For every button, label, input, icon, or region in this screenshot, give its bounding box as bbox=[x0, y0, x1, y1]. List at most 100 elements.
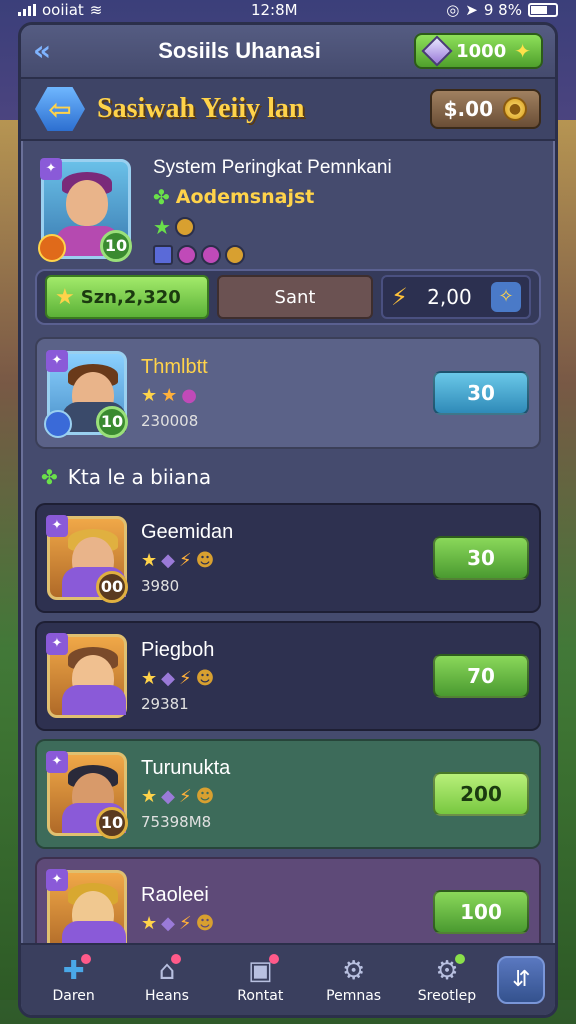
settings-icon: ⚙ bbox=[435, 954, 465, 986]
top-title: Sosiils Uhanasi bbox=[158, 38, 321, 63]
coin-icon: ● bbox=[503, 97, 527, 121]
orb-icon bbox=[201, 245, 221, 265]
section-title: Kta le a biiana bbox=[67, 465, 212, 489]
nav-label: Sreotlep bbox=[417, 988, 477, 1004]
player-name: Geemidan bbox=[141, 521, 234, 543]
gem-icon: ◆ bbox=[161, 668, 175, 689]
star-icon: ★ bbox=[55, 284, 75, 310]
player-icons: ★ ◆ ⚡ ☻ bbox=[141, 668, 419, 689]
back-chevron-icon[interactable]: « bbox=[33, 35, 65, 67]
medal-icon bbox=[174, 217, 195, 237]
stats-strip: ★ Szn,2,320 Sant ⚡ 2,00 ✧ bbox=[35, 269, 541, 325]
player-avatar[interactable]: ✦ 10 bbox=[38, 158, 132, 262]
avatar-face bbox=[66, 180, 108, 226]
orb-icon bbox=[177, 245, 197, 265]
class-badge-icon bbox=[38, 234, 66, 262]
gem-icon: ◆ bbox=[161, 786, 175, 807]
start-label: Sant bbox=[274, 286, 316, 308]
header-bar: ⇦ Sasiwah Yeiiy lan $.00 ● bbox=[21, 79, 555, 141]
class-badge-icon bbox=[44, 410, 72, 438]
featured-avatar: ✦ 10 bbox=[44, 350, 128, 438]
camera-icon: ▣ bbox=[248, 954, 279, 986]
plus-star-icon: ✦ bbox=[514, 39, 531, 63]
player-name: Turunukta bbox=[141, 757, 231, 779]
nav-label: Rontat bbox=[237, 988, 284, 1004]
nav-label: Heans bbox=[145, 988, 189, 1004]
rank-icon-row: ★ bbox=[153, 215, 392, 239]
face-icon: ☻ bbox=[195, 550, 215, 571]
player-score: 29381 bbox=[141, 695, 189, 713]
player-avatar: ✦ bbox=[46, 633, 127, 718]
rank-tag-icon: ✦ bbox=[46, 633, 68, 655]
achievement-icon-row bbox=[153, 245, 392, 265]
player-score: 3980 bbox=[141, 577, 180, 595]
coin-balance-button[interactable]: $.00 ● bbox=[429, 89, 541, 129]
rank-tag-icon: ✦ bbox=[40, 158, 62, 180]
section-header: ✤ Kta le a biiana bbox=[41, 465, 535, 489]
player-avatar: ✦ bbox=[46, 869, 127, 954]
clover-icon: ✤ bbox=[153, 185, 170, 209]
reward-value: 30 bbox=[467, 381, 495, 405]
compass-icon: ✧ bbox=[490, 282, 521, 312]
player-icons: ★ ◆ ⚡ ☻ bbox=[141, 550, 419, 571]
page-title: Sasiwah Yeiiy lan bbox=[97, 93, 305, 124]
gem-currency-button[interactable]: 1000 ✦ bbox=[414, 33, 543, 69]
score-button[interactable]: ★ Szn,2,320 bbox=[45, 275, 209, 319]
nav-item-pemnas[interactable]: ⚙ Pemnas bbox=[311, 956, 397, 1004]
player-reward-button[interactable]: 200 bbox=[433, 772, 529, 816]
nav-arrow-icon: ➤ bbox=[465, 1, 478, 19]
carrier-label: ooiiat bbox=[42, 1, 84, 19]
wifi-icon: ≋ bbox=[89, 1, 103, 19]
nav-item-rontat[interactable]: ▣ Rontat bbox=[217, 954, 303, 1004]
star-icon: ★ bbox=[141, 786, 158, 807]
player-reward-button[interactable]: 100 bbox=[433, 890, 529, 934]
battery-icon bbox=[527, 3, 558, 17]
star-icon: ★ bbox=[161, 385, 178, 406]
player-card[interactable]: ✦ Piegboh ★ ◆ ⚡ ☻ 29381 70 bbox=[35, 621, 541, 731]
player-icons: ★ ◆ ⚡ ☻ bbox=[141, 786, 419, 807]
clover-icon: ✤ bbox=[41, 465, 58, 489]
featured-player-card[interactable]: ✦ 10 Thmlbtt ★ ★ ● 230008 30 bbox=[35, 337, 541, 449]
nav-item-daren[interactable]: ✚ Daren bbox=[31, 954, 117, 1004]
gem-count: 1000 bbox=[456, 40, 507, 62]
nav-item-heans[interactable]: ⌂ Heans bbox=[124, 954, 210, 1004]
share-icon: ⇵ bbox=[512, 967, 531, 992]
orb-icon: ● bbox=[181, 385, 197, 406]
rank-tag-icon: ✦ bbox=[46, 751, 68, 773]
player-card[interactable]: ✦ 00 Geemidan ★ ◆ ⚡ ☻ 3980 30 bbox=[35, 503, 541, 613]
star-icon: ★ bbox=[141, 913, 158, 934]
player-name: Piegboh bbox=[141, 639, 215, 661]
gear-icon: ⚙ bbox=[341, 956, 366, 986]
lightning-icon: ⚡ bbox=[178, 550, 192, 571]
reward-value: 200 bbox=[460, 782, 502, 806]
player-name: Raoleei bbox=[141, 884, 209, 906]
face-icon: ☻ bbox=[195, 786, 215, 807]
back-arrow-button[interactable]: ⇦ bbox=[35, 87, 85, 131]
nav-item-sreotlep[interactable]: ⚙ Sreotlep bbox=[404, 954, 490, 1004]
player-card[interactable]: ✦ 10 Turunukta ★ ◆ ⚡ ☻ 75398M8 200 bbox=[35, 739, 541, 849]
player-reward-button[interactable]: 70 bbox=[433, 654, 529, 698]
face-icon: ☻ bbox=[195, 913, 215, 934]
player-score: 75398M8 bbox=[141, 813, 212, 831]
home-icon: ⌂ bbox=[159, 954, 182, 986]
lightning-icon: ⚡ bbox=[178, 913, 192, 934]
lightning-icon: ⚡ bbox=[391, 283, 408, 311]
share-button[interactable]: ⇵ bbox=[497, 956, 546, 1004]
nav-label: Pemnas bbox=[326, 988, 382, 1004]
start-button[interactable]: Sant bbox=[217, 275, 373, 319]
player-icons: ★ ★ ● bbox=[141, 385, 419, 406]
nav-label: Daren bbox=[52, 988, 95, 1004]
gem-icon: ◆ bbox=[161, 550, 175, 571]
rank-tag-icon: ✦ bbox=[46, 350, 68, 372]
featured-reward-button[interactable]: 30 bbox=[433, 371, 529, 415]
avatar-body bbox=[62, 685, 126, 715]
gem-icon: ◆ bbox=[161, 913, 175, 934]
level-badge: 00 bbox=[96, 571, 128, 603]
energy-button[interactable]: ⚡ 2,00 ✧ bbox=[381, 275, 531, 319]
player-list: ✦ 00 Geemidan ★ ◆ ⚡ ☻ 3980 30 ✦ Piegboh bbox=[21, 503, 555, 967]
player-profile: ✦ 10 System Peringkat Pemnkani ✤ Aodemsn… bbox=[21, 141, 555, 269]
status-bar: ooiiat ≋ 12:8M ◎ ➤ 9 8% bbox=[0, 0, 576, 20]
player-reward-button[interactable]: 30 bbox=[433, 536, 529, 580]
reward-value: 100 bbox=[460, 900, 502, 924]
puzzle-icon: ✚ bbox=[63, 954, 91, 986]
